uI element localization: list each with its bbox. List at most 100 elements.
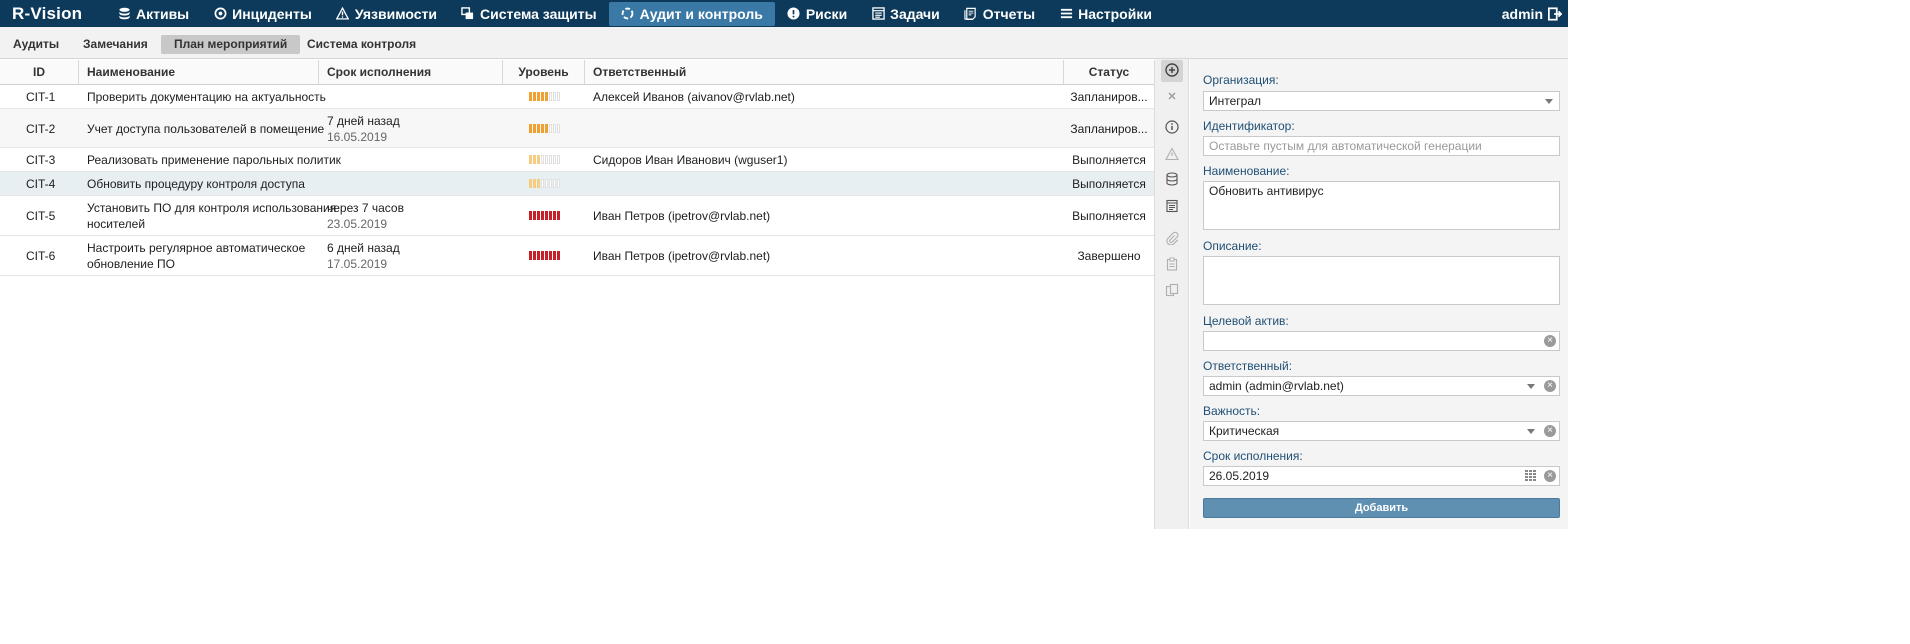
row-name-line2: носителей <box>87 217 146 231</box>
description-label: Описание: <box>1203 239 1262 253</box>
logout-icon[interactable] <box>1548 6 1562 21</box>
nav-item-label: Задачи <box>890 5 940 22</box>
row-owner: Сидоров Иван Иванович (wguser1) <box>593 153 788 167</box>
info-icon <box>1165 119 1179 137</box>
nav-item-2[interactable]: Инциденты <box>201 2 324 26</box>
warning-button[interactable] <box>1161 144 1183 166</box>
row-owner: Иван Петров (ipetrov@rvlab.net) <box>593 209 771 223</box>
nav-item-3[interactable]: Уязвимости <box>324 2 449 26</box>
severity-value: Критическая <box>1209 424 1280 438</box>
calendar-icon[interactable] <box>1525 470 1539 482</box>
clear-icon[interactable]: × <box>1544 470 1556 482</box>
row-status: Выполняется <box>1072 209 1146 223</box>
document-icon <box>1165 199 1179 216</box>
table-row[interactable]: CIT-6 Настроить регулярное автоматическое… <box>0 236 1154 276</box>
row-name: Проверить документацию на актуальность <box>87 90 326 104</box>
subtab-control-system[interactable]: Система контроля <box>294 35 429 54</box>
nav-item-5[interactable]: Аудит и контроль <box>608 1 775 26</box>
clear-icon[interactable]: × <box>1544 425 1556 437</box>
nav-item-7[interactable]: Задачи <box>859 2 952 26</box>
col-id[interactable]: ID <box>0 60 79 84</box>
nav-item-8[interactable]: Отчеты <box>952 2 1047 26</box>
row-status: Выполняется <box>1072 177 1146 191</box>
subtab-remarks[interactable]: Замечания <box>70 35 161 54</box>
severity-select[interactable]: Критическая × <box>1203 421 1560 441</box>
clear-icon[interactable]: × <box>1544 380 1556 392</box>
document-button[interactable] <box>1161 196 1183 218</box>
copy-button[interactable] <box>1161 280 1183 302</box>
row-due-relative: через 7 часов <box>327 201 404 215</box>
database-button[interactable] <box>1161 169 1183 191</box>
row-id: CIT-1 <box>26 90 56 104</box>
row-name-line1: Настроить регулярное автоматическое <box>87 241 306 255</box>
row-name: Обновить процедуру контроля доступа <box>87 177 305 191</box>
col-level[interactable]: Уровень <box>503 60 585 84</box>
severity-level-indicator <box>529 92 560 101</box>
subtab-audits[interactable]: Аудиты <box>0 35 72 54</box>
add-submit-button[interactable]: Добавить <box>1203 498 1560 518</box>
subtab-action-plan[interactable]: План мероприятий <box>161 35 301 54</box>
nav-item-label: Уязвимости <box>354 5 437 22</box>
org-select[interactable]: Интеграл <box>1203 91 1560 111</box>
row-due-relative: 7 дней назад <box>327 114 400 128</box>
table-row[interactable]: CIT-2 Учет доступа пользователей в помеще… <box>0 109 1154 148</box>
reports-icon <box>964 7 978 21</box>
col-name[interactable]: Наименование <box>79 60 319 84</box>
row-name: Реализовать применение парольных политик <box>87 153 341 167</box>
severity-level-indicator <box>529 251 560 260</box>
target-asset-label: Целевой актив: <box>1203 314 1289 328</box>
row-status: Запланиров... <box>1070 90 1148 104</box>
paperclip-icon <box>1165 231 1179 248</box>
due-date-value: 26.05.2019 <box>1209 469 1270 483</box>
info-button[interactable] <box>1161 117 1183 139</box>
chevron-down-icon[interactable] <box>1527 380 1535 392</box>
top-navigation-bar: R-Vision Активы Инциденты Уязвимости Систем… <box>0 0 1568 27</box>
add-button[interactable] <box>1161 60 1183 82</box>
row-id: CIT-3 <box>26 153 56 167</box>
warning-icon <box>1165 146 1179 164</box>
name-textarea[interactable]: Обновить антивирус <box>1203 181 1560 230</box>
app-logo[interactable]: R-Vision <box>0 4 105 24</box>
target-icon <box>213 7 227 21</box>
org-value: Интеграл <box>1209 94 1262 108</box>
col-status[interactable]: Статус <box>1064 60 1154 84</box>
table-row[interactable]: CIT-1 Проверить документацию на актуально… <box>0 85 1154 109</box>
database-icon <box>1165 171 1179 189</box>
clear-icon[interactable]: × <box>1544 335 1556 347</box>
due-label: Срок исполнения: <box>1203 449 1303 463</box>
chevron-down-icon[interactable] <box>1527 425 1535 437</box>
table-row[interactable]: CIT-5 Установить ПО для контроля использо… <box>0 196 1154 236</box>
user-menu[interactable]: admin <box>1502 0 1562 27</box>
owner-select[interactable]: admin (admin@rvlab.net) × <box>1203 376 1560 396</box>
due-date-field[interactable]: 26.05.2019 × <box>1203 466 1560 486</box>
table-header: ID Наименование Срок исполнения Уровень … <box>0 60 1154 85</box>
attach-button[interactable] <box>1161 228 1183 250</box>
clipboard-icon <box>1165 257 1179 274</box>
description-textarea[interactable] <box>1203 256 1560 305</box>
nav-item-9[interactable]: Настройки <box>1047 2 1164 26</box>
row-status: Выполняется <box>1072 153 1146 167</box>
nav-item-label: Настройки <box>1078 5 1152 22</box>
clipboard-button[interactable] <box>1161 254 1183 276</box>
delete-button[interactable] <box>1161 86 1183 108</box>
id-input[interactable]: Оставьте пустым для автоматической генер… <box>1203 136 1560 156</box>
audit-cycle-icon <box>621 7 635 21</box>
nav-item-label: Инциденты <box>232 5 312 22</box>
col-due[interactable]: Срок исполнения <box>319 60 503 84</box>
row-id: CIT-2 <box>26 122 56 136</box>
menu-icon <box>1059 7 1073 21</box>
severity-level-indicator <box>529 211 560 220</box>
copy-icon <box>1165 283 1179 300</box>
nav-item-4[interactable]: Система защиты <box>449 2 609 26</box>
col-owner[interactable]: Ответственный <box>585 60 1064 84</box>
nav-item-1[interactable]: Активы <box>105 2 201 26</box>
action-plan-table: ID Наименование Срок исполнения Уровень … <box>0 60 1155 529</box>
severity-level-indicator <box>529 124 560 133</box>
nav-item-label: Отчеты <box>982 5 1036 22</box>
target-asset-field[interactable]: × <box>1203 331 1560 351</box>
close-icon <box>1165 89 1179 106</box>
table-row[interactable]: CIT-4 Обновить процедуру контроля доступа… <box>0 172 1154 196</box>
table-row[interactable]: CIT-3 Реализовать применение парольных по… <box>0 148 1154 172</box>
nav-item-6[interactable]: Риски <box>775 2 859 26</box>
chevron-down-icon[interactable] <box>1545 95 1553 107</box>
